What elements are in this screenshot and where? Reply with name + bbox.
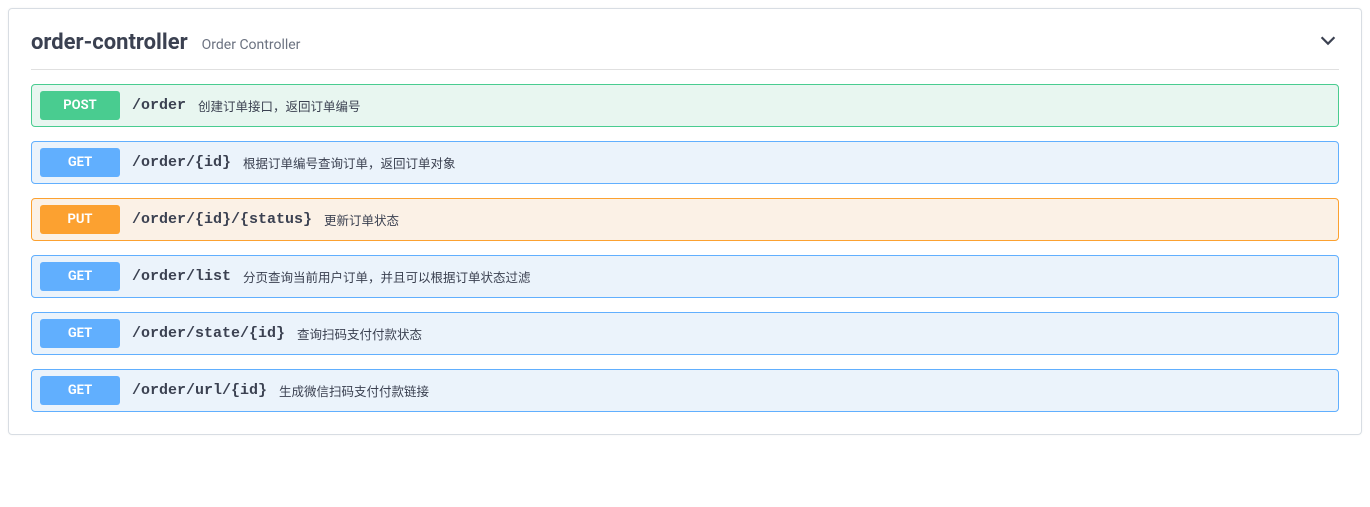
operation-summary: 分页查询当前用户订单，并且可以根据订单状态过滤 bbox=[243, 267, 531, 286]
operation-path: /order/list bbox=[132, 268, 231, 285]
controller-section: order-controller Order Controller POST /… bbox=[8, 8, 1362, 435]
operation-row[interactable]: GET /order/url/{id} 生成微信扫码支付付款链接 bbox=[31, 369, 1339, 412]
operation-summary: 根据订单编号查询订单，返回订单对象 bbox=[243, 153, 456, 172]
section-title-wrap: order-controller Order Controller bbox=[31, 30, 300, 55]
method-badge: PUT bbox=[40, 205, 120, 234]
operation-row[interactable]: GET /order/state/{id} 查询扫码支付付款状态 bbox=[31, 312, 1339, 355]
operation-summary: 创建订单接口，返回订单编号 bbox=[198, 96, 361, 115]
section-header[interactable]: order-controller Order Controller bbox=[31, 23, 1339, 70]
operation-row[interactable]: PUT /order/{id}/{status} 更新订单状态 bbox=[31, 198, 1339, 241]
controller-description: Order Controller bbox=[202, 37, 301, 53]
controller-name: order-controller bbox=[31, 30, 188, 55]
method-badge: GET bbox=[40, 319, 120, 348]
operation-path: /order/state/{id} bbox=[132, 325, 285, 342]
operation-row[interactable]: GET /order/{id} 根据订单编号查询订单，返回订单对象 bbox=[31, 141, 1339, 184]
operation-summary: 更新订单状态 bbox=[324, 210, 399, 229]
operations-list: POST /order 创建订单接口，返回订单编号 GET /order/{id… bbox=[31, 84, 1339, 412]
operation-row[interactable]: GET /order/list 分页查询当前用户订单，并且可以根据订单状态过滤 bbox=[31, 255, 1339, 298]
operation-summary: 查询扫码支付付款状态 bbox=[297, 324, 422, 343]
method-badge: GET bbox=[40, 376, 120, 405]
operation-path: /order/url/{id} bbox=[132, 382, 267, 399]
operation-path: /order/{id} bbox=[132, 154, 231, 171]
operation-row[interactable]: POST /order 创建订单接口，返回订单编号 bbox=[31, 84, 1339, 127]
operation-summary: 生成微信扫码支付付款链接 bbox=[279, 381, 429, 400]
method-badge: POST bbox=[40, 91, 120, 120]
method-badge: GET bbox=[40, 262, 120, 291]
chevron-down-icon bbox=[1317, 29, 1339, 55]
operation-path: /order/{id}/{status} bbox=[132, 211, 312, 228]
method-badge: GET bbox=[40, 148, 120, 177]
operation-path: /order bbox=[132, 97, 186, 114]
